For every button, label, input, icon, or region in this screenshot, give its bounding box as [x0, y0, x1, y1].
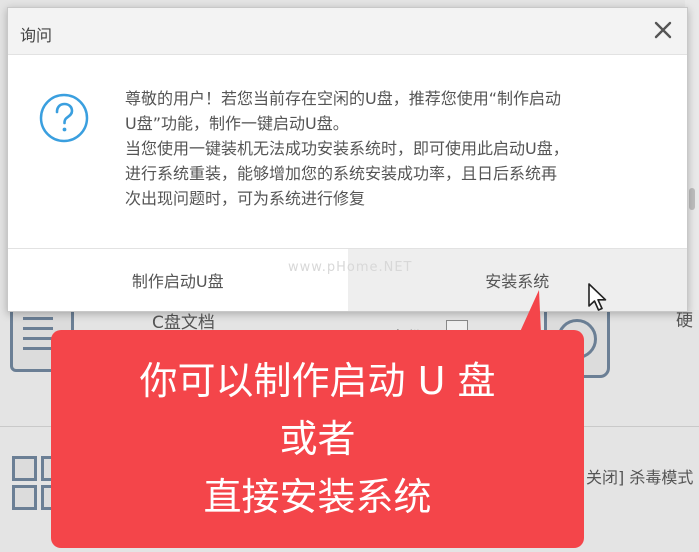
- message-line: 尊敬的用户！若您当前存在空闲的U盘，推荐您使用“制作启动: [125, 89, 562, 108]
- make-boot-usb-button[interactable]: 制作启动U盘: [8, 249, 348, 311]
- mouse-cursor-icon: [588, 283, 608, 313]
- close-icon[interactable]: [651, 18, 675, 42]
- message-line: 次出现问题时，可为系统进行修复: [125, 189, 366, 208]
- inquiry-dialog: 询问 尊敬的用户！若您当前存在空闲的U盘，推荐您使用“制作启动 U盘”功能，制作…: [7, 7, 688, 312]
- dialog-message: 尊敬的用户！若您当前存在空闲的U盘，推荐您使用“制作启动 U盘”功能，制作一键启…: [125, 86, 655, 211]
- install-system-button[interactable]: 安装系统: [347, 249, 687, 311]
- message-line: 当您使用一键装机无法成功安装系统时，即可使用此启动U盘，: [125, 139, 569, 158]
- callout-line: 你可以制作启动 U 盘: [139, 359, 496, 403]
- callout-line: 或者: [279, 417, 356, 461]
- watermark: www.pHome.NET: [288, 260, 413, 275]
- dialog-buttons: 制作启动U盘 安装系统: [8, 248, 687, 311]
- dialog-title: 询问: [20, 26, 53, 45]
- antivirus-mode-text: 关闭] 杀毒模式: [586, 468, 694, 487]
- dialog-header: 询问: [8, 8, 687, 55]
- callout-pointer: [519, 290, 541, 334]
- callout-line: 直接安装系统: [203, 475, 432, 519]
- annotation-callout: 你可以制作启动 U 盘 或者 直接安装系统: [51, 330, 584, 548]
- question-icon: [38, 92, 90, 144]
- message-line: 进行系统重装，能够增加您的系统安装成功率，且日后系统再: [125, 164, 558, 183]
- message-line: U盘”功能，制作一键启动U盘。: [125, 114, 349, 133]
